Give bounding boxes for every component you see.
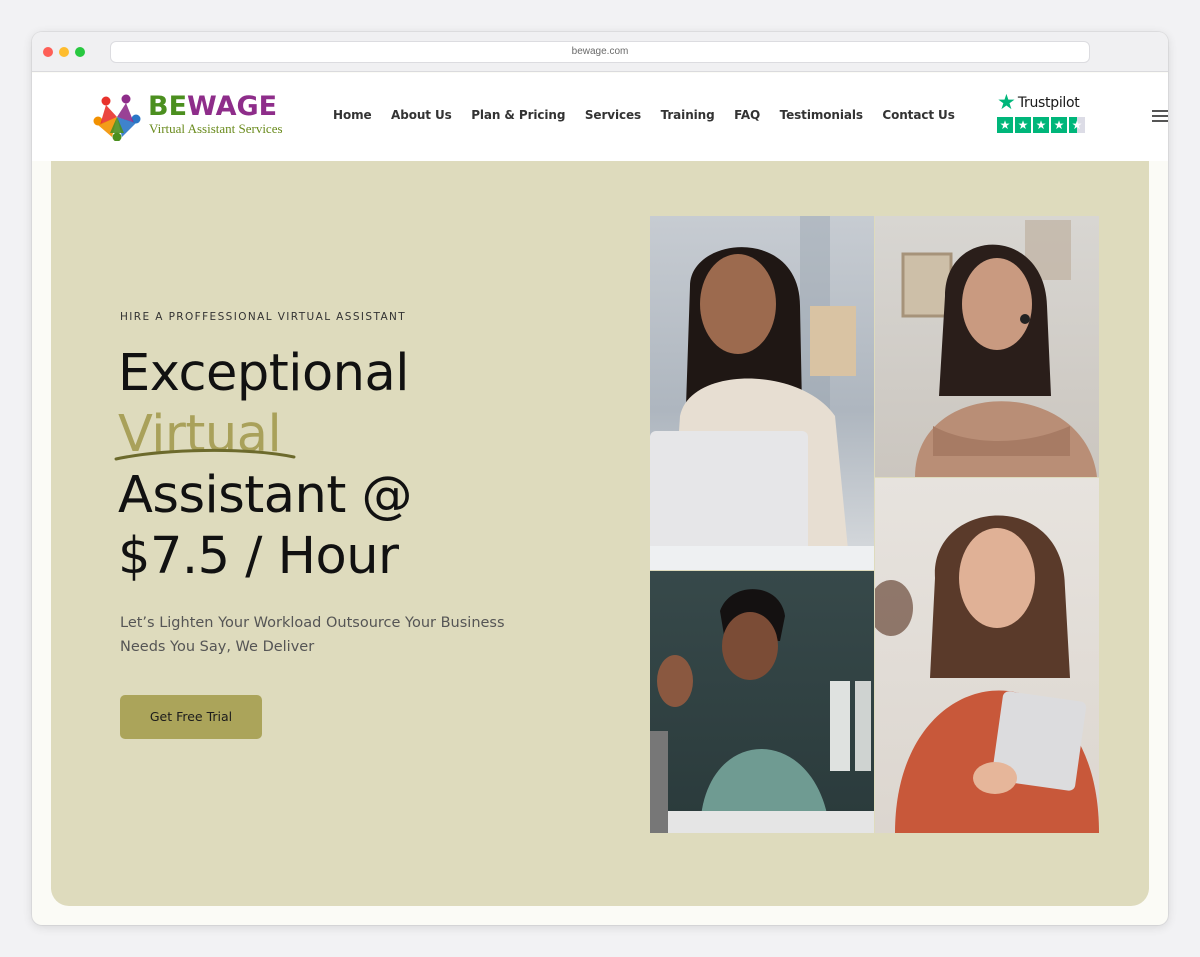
hero-subtext: Let’s Lighten Your Workload Outsource Yo… [120, 615, 505, 655]
close-window-button[interactable] [43, 47, 53, 57]
nav-training[interactable]: Training [661, 108, 715, 122]
minimize-window-button[interactable] [59, 47, 69, 57]
hero-section: HIRE A PROFFESSIONAL VIRTUAL ASSISTANT E… [51, 161, 1149, 906]
headline-line-1: Exceptional [118, 344, 409, 403]
rating-star-icon: ★ [1015, 117, 1031, 133]
browser-chrome: bewage.com [32, 32, 1168, 72]
rating-star-icon: ★ [997, 117, 1013, 133]
photo-assistant-tablet [875, 478, 1099, 833]
logo-wordmark: BEWAGE [148, 91, 278, 122]
underline-swash-icon [114, 448, 296, 461]
trustpilot-rating: ★ ★ ★ ★ ★ [997, 117, 1085, 133]
hero-photo-grid [650, 216, 1099, 833]
browser-window: bewage.com BEWAGE Virtual Assistant Serv… [32, 32, 1168, 925]
star-icon: ★ [997, 91, 1016, 114]
nav-faq[interactable]: FAQ [734, 108, 760, 122]
trustpilot-label: Trustpilot [1017, 95, 1080, 111]
get-free-trial-button[interactable]: Get Free Trial [120, 695, 262, 739]
photo-assistant-laptop [650, 216, 874, 570]
trustpilot-badge[interactable]: ★ Trustpilot ★ ★ ★ ★ ★ [997, 92, 1089, 136]
rating-star-icon: ★ [1033, 117, 1049, 133]
people-star-logo-icon [93, 94, 141, 141]
nav-plan-pricing[interactable]: Plan & Pricing [471, 108, 565, 122]
maximize-window-button[interactable] [75, 47, 85, 57]
logo-tagline: Virtual Assistant Services [149, 121, 283, 136]
nav-contact-us[interactable]: Contact Us [882, 108, 954, 122]
nav-services[interactable]: Services [585, 108, 641, 122]
rating-half-star-icon: ★ [1069, 117, 1085, 133]
trustpilot-header: ★ Trustpilot [997, 91, 1080, 114]
site-logo[interactable]: BEWAGE Virtual Assistant Services [92, 91, 292, 143]
rating-star-icon: ★ [1051, 117, 1067, 133]
address-bar[interactable]: bewage.com [110, 41, 1090, 63]
photo-assistant-waving [650, 571, 874, 833]
nav-home[interactable]: Home [333, 108, 372, 122]
hamburger-menu-icon[interactable] [1152, 109, 1168, 123]
nav-about-us[interactable]: About Us [391, 108, 452, 122]
nav-testimonials[interactable]: Testimonials [780, 108, 863, 122]
photo-assistant-headset [875, 216, 1099, 477]
headline-line-4: $7.5 / Hour [118, 527, 399, 586]
main-nav: Home About Us Plan & Pricing Services Tr… [333, 108, 974, 122]
headline-line-3: Assistant @ [118, 466, 413, 525]
hero-eyebrow: HIRE A PROFFESSIONAL VIRTUAL ASSISTANT [120, 311, 407, 323]
site-header: BEWAGE Virtual Assistant Services Home A… [32, 73, 1168, 161]
